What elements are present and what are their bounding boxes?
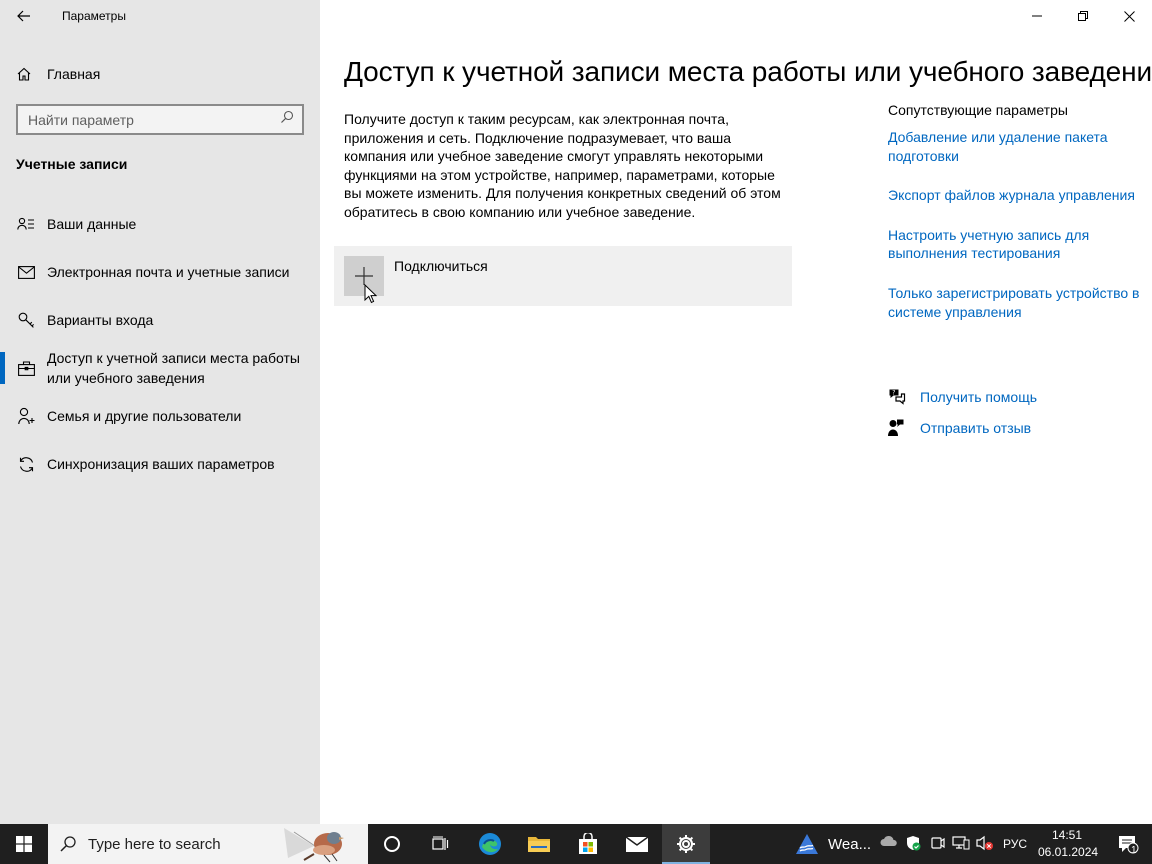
feedback-icon	[888, 419, 908, 437]
settings-search-box[interactable]	[16, 104, 304, 135]
related-settings-title: Сопутствующие параметры	[888, 102, 1068, 118]
sidebar-item-label: Семья и другие пользователи	[47, 408, 242, 424]
meet-now-icon[interactable]	[930, 835, 946, 854]
related-settings: Сопутствующие параметры Добавление или у…	[888, 102, 1143, 342]
page-title: Доступ к учетной записи места работы или…	[344, 56, 1152, 87]
svg-text:?: ?	[892, 390, 895, 397]
windows-logo-icon	[16, 836, 32, 852]
search-icon	[60, 836, 78, 852]
link-enroll-device[interactable]: Только зарегистрировать устройство в сис…	[888, 284, 1143, 321]
volume-muted-icon[interactable]	[976, 835, 994, 854]
sidebar: Параметры Главная Учетные записи Ваши да…	[0, 0, 320, 824]
settings-taskbar-button[interactable]	[662, 824, 710, 864]
restore-icon	[1078, 11, 1088, 21]
taskbar: Type here to search Wea... РУС 14:51 06.…	[0, 824, 1152, 864]
link-provisioning-package[interactable]: Добавление или удаление пакета подготовк…	[888, 128, 1143, 165]
search-highlight-bird-image	[284, 828, 344, 863]
onedrive-icon[interactable]	[880, 835, 898, 850]
help-chat-icon: ?	[888, 388, 908, 405]
link-export-logs[interactable]: Экспорт файлов журнала управления	[888, 186, 1143, 205]
edge-icon	[479, 833, 501, 855]
user-card-icon	[16, 217, 36, 231]
restore-button[interactable]	[1060, 0, 1106, 32]
security-shield-icon[interactable]	[905, 835, 921, 854]
sidebar-item-family[interactable]: Семья и другие пользователи	[0, 392, 320, 440]
sidebar-item-label: Доступ к учетной записи места работы или…	[47, 350, 300, 386]
sidebar-item-sync[interactable]: Синхронизация ваших параметров	[0, 440, 320, 488]
window-controls	[320, 0, 1152, 32]
edge-taskbar-button[interactable]	[466, 824, 514, 864]
folder-icon	[528, 837, 550, 852]
weather-icon	[796, 834, 818, 854]
sidebar-item-work-access[interactable]: Доступ к учетной записи места работы или…	[0, 344, 320, 392]
mouse-pointer-icon	[364, 284, 377, 304]
taskbar-search-placeholder: Type here to search	[88, 835, 221, 853]
clock-time[interactable]: 14:51	[1052, 828, 1082, 842]
notification-count: 1	[1131, 845, 1137, 856]
key-icon	[16, 312, 36, 329]
file-explorer-button[interactable]	[515, 824, 563, 864]
get-help-label: Получить помощь	[920, 388, 1038, 405]
home-icon	[16, 66, 36, 82]
back-button[interactable]	[0, 0, 48, 32]
sidebar-item-label: Ваши данные	[47, 216, 137, 232]
page-description: Получите доступ к таким ресурсам, как эл…	[344, 111, 781, 220]
clock-date[interactable]: 06.01.2024	[1038, 845, 1098, 859]
send-feedback-link[interactable]: Отправить отзыв	[888, 419, 1031, 437]
store-button[interactable]	[564, 824, 612, 864]
sidebar-item-your-info[interactable]: Ваши данные	[0, 200, 320, 248]
link-test-account[interactable]: Настроить учетную запись для выполнения …	[888, 226, 1143, 263]
mail-icon	[16, 265, 36, 279]
sidebar-home[interactable]: Главная	[0, 56, 320, 92]
input-language-indicator[interactable]: РУС	[1003, 837, 1027, 851]
sidebar-item-label: Синхронизация ваших параметров	[47, 456, 275, 472]
taskbar-search-box[interactable]: Type here to search	[48, 824, 368, 864]
connect-label: Подключиться	[394, 258, 488, 274]
store-icon	[579, 833, 597, 854]
settings-search-input[interactable]	[28, 111, 280, 128]
briefcase-icon	[16, 360, 36, 376]
network-icon[interactable]	[952, 835, 970, 854]
close-icon	[1123, 10, 1135, 22]
task-view-button[interactable]	[416, 824, 464, 864]
start-button[interactable]	[0, 824, 48, 864]
mail-icon	[625, 836, 649, 852]
sync-icon	[16, 456, 36, 473]
mail-taskbar-button[interactable]	[613, 824, 661, 864]
sidebar-item-sign-in-options[interactable]: Варианты входа	[0, 296, 320, 344]
section-title: Учетные записи	[16, 156, 128, 172]
minimize-icon	[1032, 15, 1042, 17]
action-center-button[interactable]: 1	[1104, 824, 1152, 864]
sidebar-home-label: Главная	[47, 66, 101, 82]
gear-icon	[677, 835, 695, 853]
back-arrow-icon	[17, 10, 30, 22]
sidebar-item-label: Электронная почта и учетные записи	[47, 264, 290, 280]
weather-label[interactable]: Wea...	[828, 836, 871, 853]
search-icon[interactable]	[280, 110, 294, 129]
app-title: Параметры	[62, 9, 126, 23]
task-view-icon	[432, 836, 449, 850]
close-button[interactable]	[1106, 0, 1152, 32]
get-help-link[interactable]: ? Получить помощь	[888, 388, 1037, 405]
people-icon	[16, 407, 36, 425]
minimize-button[interactable]	[1014, 0, 1060, 32]
sidebar-nav: Ваши данные Электронная почта и учетные …	[0, 200, 320, 488]
cortana-button[interactable]	[368, 824, 416, 864]
weather-widget-button[interactable]	[792, 824, 822, 864]
title-bar: Параметры	[0, 0, 320, 32]
sidebar-item-email[interactable]: Электронная почта и учетные записи	[0, 248, 320, 296]
send-feedback-label: Отправить отзыв	[920, 420, 1032, 436]
cortana-icon	[384, 836, 400, 852]
sidebar-item-label: Варианты входа	[47, 312, 154, 328]
connect-button[interactable]: Подключиться	[334, 246, 792, 306]
